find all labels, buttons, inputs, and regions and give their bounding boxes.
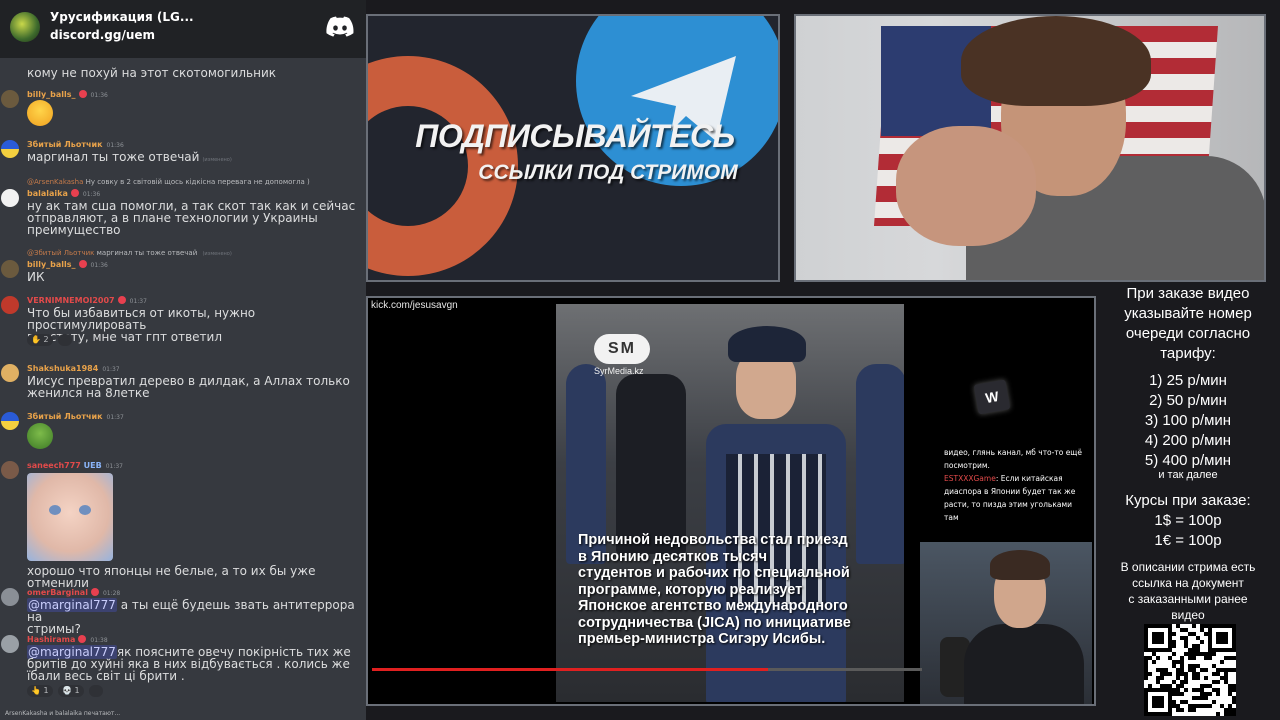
video-caption: Причиной недовольства стал приезд в Япон… [578,532,851,647]
message-text: ну ак там сша помогли, а так скот так ка… [27,199,356,237]
promo-banner: ПОДПИСЫВАЙТЕСЬ ССЫЛКИ ПОД СТРИМОМ [366,14,780,282]
syrmedia-logo: SM SyrMedia.kz [594,334,654,376]
description-note: В описании стрима есть ссылка на докумен… [1120,560,1256,622]
qr-code[interactable] [1144,624,1236,716]
video-player[interactable]: kick.com/jesusavgn SM SyrMedia.kz Причин… [366,296,1096,706]
tariff-item: 2) 50 р/мин [1149,392,1227,409]
tariff-item: 4) 200 р/мин [1144,432,1232,449]
avatar[interactable] [1,140,19,158]
avatar[interactable] [1,364,19,382]
message-text: маргинал ты тоже отвечай (изменено) [27,150,232,164]
message-author[interactable]: Shakshuka1984 01:37 [27,364,120,373]
attached-image[interactable] [27,473,113,561]
discord-logo-icon [326,16,354,37]
message-text: хорошо что японцы не белые, а то их бы у… [27,564,316,590]
reaction-button[interactable]: 💀 1 [58,685,84,697]
server-icon [10,12,40,42]
avatar[interactable] [1,461,19,479]
message-author[interactable]: billy_balls_ 01:36 [27,90,108,99]
streamer-hand [896,126,1036,246]
tariff-item: 1) 25 р/мин [1149,372,1227,389]
avatar[interactable] [1,189,19,207]
order-info-heading: При заказе видео указывайте номер очеред… [1124,285,1252,362]
kick-channel-url: kick.com/jesusavgn [371,300,458,311]
message-author[interactable]: Збитый Льотчик 01:37 [27,412,124,421]
reply-preview[interactable]: @ArsenKakasha Ну совку в 2 світовій щось… [27,178,310,186]
rate-item: 1$ = 100р [1154,512,1222,529]
w-logo-icon: W [973,379,1011,415]
reaction-button[interactable]: 👆 1 [27,685,53,697]
message-text: ИК [27,270,45,284]
message-text: @marginal777як поясните овечу покірність… [27,645,351,683]
reaction-button[interactable]: ✋ 2 [27,334,53,346]
message-author[interactable]: saneech777 UEB 01:37 [27,461,123,470]
add-reaction-icon[interactable] [89,685,103,697]
avatar[interactable] [1,635,19,653]
message-text: Иисус превратил дерево в дилдак, а Аллах… [27,374,350,400]
promo-subtitle: ССЫЛКИ ПОД СТРИМОМ [478,161,738,184]
message-list[interactable]: кому не похуй на этот скотомогильник bil… [0,58,366,708]
message-author[interactable]: Збитый Льотчик 01:36 [27,140,124,149]
reply-preview[interactable]: @Збитый Льотчик маргинал ты тоже отвечай… [27,249,232,257]
video-progress-fill [372,668,768,671]
pepe-emoji-icon [27,423,53,449]
message-text: кому не похуй на этот скотомогильник [27,66,276,80]
rates-title: Курсы при заказе: [1125,492,1251,509]
server-name: Урусификация (LG... [50,10,194,24]
server-header[interactable]: Урусификация (LG... discord.gg/uem [0,0,366,58]
message-author[interactable]: Hashirama 01:38 [27,635,108,644]
streamer-webcam [794,14,1266,282]
avatar[interactable] [1,412,19,430]
tariff-item: 5) 400 р/мин [1144,452,1232,469]
laughing-emoji-icon [27,100,53,126]
message-author[interactable]: billy_balls_ 01:36 [27,260,108,269]
order-info-panel: При заказе видео указывайте номер очеред… [1096,282,1280,720]
add-reaction-icon[interactable] [58,334,72,346]
promo-title: ПОДПИСЫВАЙТЕСЬ [415,118,735,154]
tariff-more: и так далее [1158,469,1218,481]
message-text: @marginal777 а ты ещё будешь звать антит… [27,598,355,636]
message-author[interactable]: omerBarginal 01:28 [27,588,120,597]
message-author[interactable]: balalaika 01:36 [27,189,100,198]
video-chat-overlay: W видео, глянь канал, мб что-то ещё посм… [908,306,1088,526]
discord-chat-panel: Урусификация (LG... discord.gg/uem кому … [0,0,366,720]
message-text: Что бы избавиться от икоты, нужно прости… [27,306,256,344]
avatar[interactable] [1,588,19,606]
avatar[interactable] [1,296,19,314]
rate-item: 1€ = 100р [1154,532,1222,549]
server-invite-link[interactable]: discord.gg/uem [50,28,155,42]
message-author[interactable]: VERNIMNEMOI2007 01:37 [27,296,147,305]
tariff-list: 1) 25 р/мин 2) 50 р/мин 3) 100 р/мин 4) … [1096,371,1280,471]
avatar[interactable] [1,260,19,278]
news-video-frame: SM SyrMedia.kz Причиной недовольства ста… [556,304,904,702]
video-streamer-cam [920,542,1092,704]
tariff-item: 3) 100 р/мин [1144,412,1232,429]
avatar[interactable] [1,90,19,108]
video-progress-bar[interactable] [372,668,922,671]
typing-indicator: ArsenKakasha и balalaika печатают... [5,710,121,717]
rates-list: 1$ = 100р 1€ = 100р [1096,511,1280,551]
